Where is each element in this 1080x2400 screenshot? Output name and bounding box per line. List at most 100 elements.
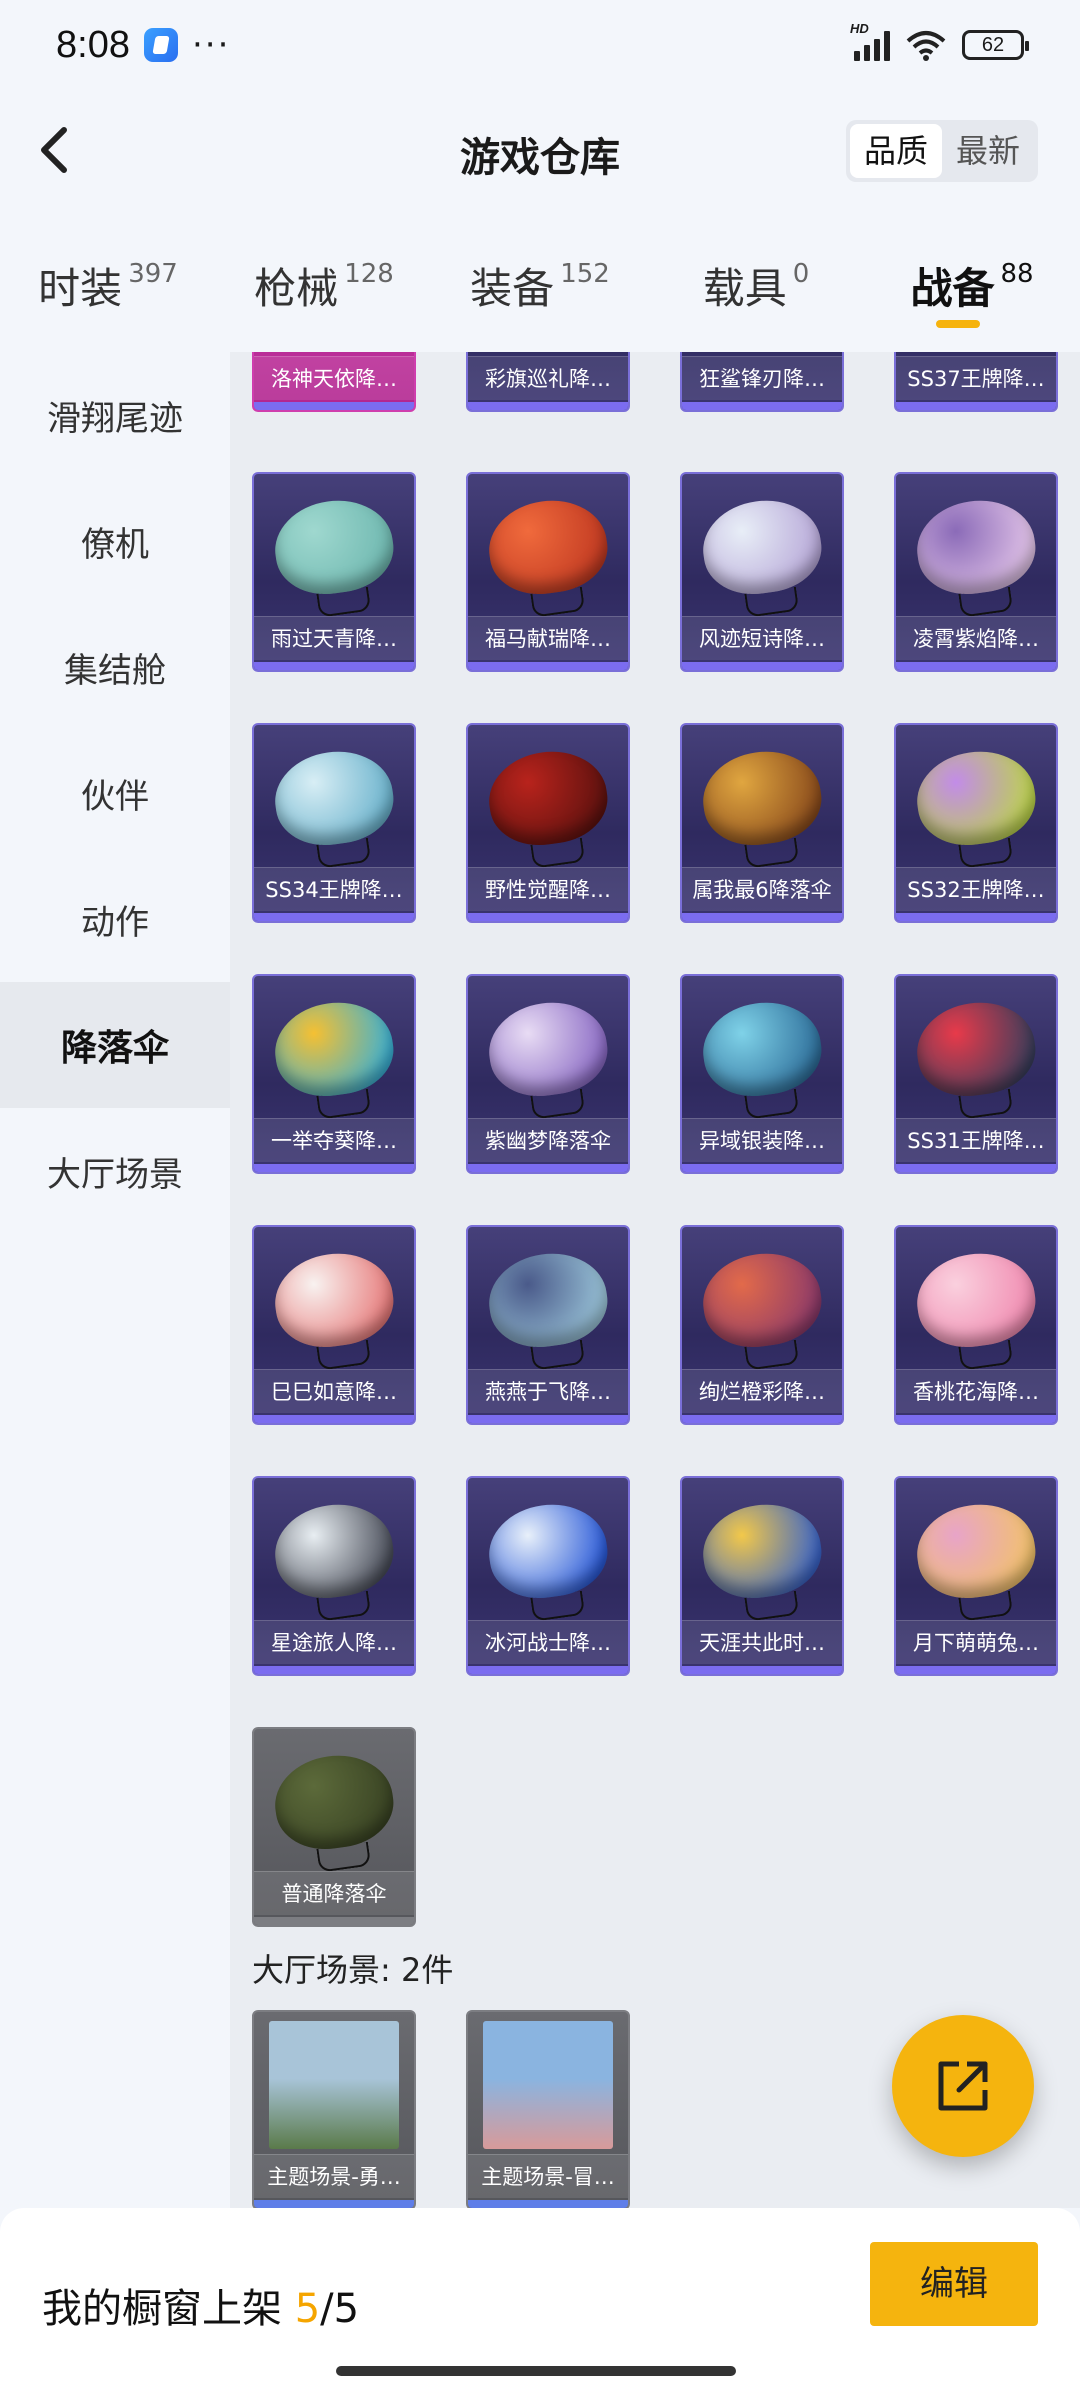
item-name: SS32王牌降… <box>896 867 1056 911</box>
status-bar: 8:08 ··· HD 62 <box>0 0 1080 90</box>
item-card[interactable]: 一举夺葵降… <box>252 974 416 1174</box>
item-card[interactable]: 风迹短诗降… <box>680 472 844 672</box>
parachute-thumbnail <box>254 1227 414 1373</box>
quality-bar <box>896 1164 1056 1172</box>
parachute-thumbnail <box>254 1478 414 1624</box>
quality-bar <box>254 1666 414 1674</box>
item-card[interactable]: 狂鲨锋刃降… <box>680 352 844 412</box>
item-name: 彩旗巡礼降… <box>468 356 628 400</box>
scene-thumbnail <box>468 2012 628 2158</box>
quality-bar <box>254 913 414 921</box>
item-card[interactable]: 冰河战士降… <box>466 1476 630 1676</box>
quality-bar <box>896 402 1056 410</box>
tab-fashion[interactable]: 时装 397 <box>0 240 216 340</box>
item-card[interactable]: SS37王牌降… <box>894 352 1058 412</box>
tab-count: 88 <box>1000 259 1034 289</box>
item-card[interactable]: 天涯共此时… <box>680 1476 844 1676</box>
edit-button[interactable]: 编辑 <box>870 2242 1038 2326</box>
quality-bar <box>468 1666 628 1674</box>
item-card[interactable]: 绚烂橙彩降… <box>680 1225 844 1425</box>
sidebar-item-wingman[interactable]: 僚机 <box>0 478 230 604</box>
parachute-thumbnail <box>896 725 1056 871</box>
quality-bar <box>682 402 842 410</box>
sort-toggle: 品质 最新 <box>845 120 1038 182</box>
item-card[interactable]: 巳巳如意降… <box>252 1225 416 1425</box>
item-card[interactable]: 雨过天青降… <box>252 472 416 672</box>
sidebar-item-lobby-scene[interactable]: 大厅场景 <box>0 1108 230 1234</box>
item-card[interactable]: 主题场景-冒… <box>466 2010 630 2208</box>
tab-label: 枪械 <box>254 264 339 313</box>
quality-bar <box>682 913 842 921</box>
parachute-thumbnail <box>682 474 842 620</box>
item-card[interactable]: 星途旅人降… <box>252 1476 416 1676</box>
item-name: 属我最6降落伞 <box>682 867 842 911</box>
sidebar-item-assembly-pod[interactable]: 集结舱 <box>0 604 230 730</box>
battery-icon: 62 <box>962 30 1029 60</box>
showcase-total: /5 <box>320 2286 360 2332</box>
item-card[interactable]: 凌霄紫焰降… <box>894 472 1058 672</box>
item-name: 一举夺葵降… <box>254 1118 414 1162</box>
tab-vehicles[interactable]: 载具 0 <box>648 240 864 340</box>
sidebar-item-glide-trail[interactable]: 滑翔尾迹 <box>0 352 230 478</box>
parachute-thumbnail <box>682 725 842 871</box>
item-card[interactable]: 洛神天依降… <box>252 352 416 412</box>
item-name: 紫幽梦降落伞 <box>468 1118 628 1162</box>
item-card[interactable]: SS32王牌降… <box>894 723 1058 923</box>
quality-bar <box>468 1415 628 1423</box>
showcase-current: 5 <box>294 2286 321 2332</box>
sidebar-item-parachute[interactable]: 降落伞 <box>0 982 230 1108</box>
more-notifications-icon: ··· <box>191 25 231 65</box>
parachute-thumbnail <box>254 725 414 871</box>
item-name: SS31王牌降… <box>896 1118 1056 1162</box>
item-card[interactable]: 属我最6降落伞 <box>680 723 844 923</box>
item-card[interactable]: 月下萌萌兔… <box>894 1476 1058 1676</box>
item-name: 香桃花海降… <box>896 1369 1056 1413</box>
item-card[interactable]: 紫幽梦降落伞 <box>466 974 630 1174</box>
tab-equipment[interactable]: 装备 152 <box>432 240 648 340</box>
item-name: 风迹短诗降… <box>682 616 842 660</box>
parachute-thumbnail <box>896 474 1056 620</box>
item-card[interactable]: 香桃花海降… <box>894 1225 1058 1425</box>
parachute-thumbnail <box>896 1478 1056 1624</box>
item-card[interactable]: 福马献瑞降… <box>466 472 630 672</box>
sidebar-item-emote[interactable]: 动作 <box>0 856 230 982</box>
item-name: 狂鲨锋刃降… <box>682 356 842 400</box>
quality-bar <box>254 1415 414 1423</box>
item-name: 冰河战士降… <box>468 1620 628 1664</box>
sidebar-item-companion[interactable]: 伙伴 <box>0 730 230 856</box>
item-name: SS37王牌降… <box>896 356 1056 400</box>
tab-combat-gear[interactable]: 战备 88 <box>864 240 1080 340</box>
item-card[interactable]: 异域银装降… <box>680 974 844 1174</box>
item-card[interactable]: 普通降落伞 <box>252 1727 416 1927</box>
sort-latest-button[interactable]: 最新 <box>942 124 1034 178</box>
quality-bar <box>468 2200 628 2208</box>
item-card[interactable]: SS34王牌降… <box>252 723 416 923</box>
item-card[interactable]: 野性觉醒降… <box>466 723 630 923</box>
item-name: 雨过天青降… <box>254 616 414 660</box>
parachute-thumbnail <box>682 1227 842 1373</box>
tab-label: 时装 <box>38 264 123 313</box>
item-card[interactable]: SS31王牌降… <box>894 974 1058 1174</box>
sort-quality-button[interactable]: 品质 <box>849 124 942 178</box>
parachute-thumbnail <box>468 1478 628 1624</box>
item-name: 天涯共此时… <box>682 1620 842 1664</box>
quality-bar <box>682 662 842 670</box>
app-notification-icon <box>143 28 178 62</box>
quality-bar <box>896 1666 1056 1674</box>
external-link-icon <box>938 2061 988 2111</box>
tab-weapons[interactable]: 枪械 128 <box>216 240 432 340</box>
tab-count: 152 <box>560 259 610 289</box>
parachute-thumbnail <box>254 976 414 1122</box>
parachute-thumbnail <box>468 725 628 871</box>
parachute-thumbnail <box>682 976 842 1122</box>
home-indicator[interactable] <box>336 2366 736 2376</box>
item-card[interactable]: 主题场景-勇… <box>252 2010 416 2208</box>
share-button[interactable] <box>892 2015 1034 2157</box>
item-card[interactable]: 燕燕于飞降… <box>466 1225 630 1425</box>
item-card[interactable]: 彩旗巡礼降… <box>466 352 630 412</box>
network-badge: HD <box>850 21 869 36</box>
quality-bar <box>468 913 628 921</box>
item-name: 绚烂橙彩降… <box>682 1369 842 1413</box>
showcase-label: 我的橱窗上架 <box>42 2286 282 2332</box>
quality-bar <box>896 1415 1056 1423</box>
